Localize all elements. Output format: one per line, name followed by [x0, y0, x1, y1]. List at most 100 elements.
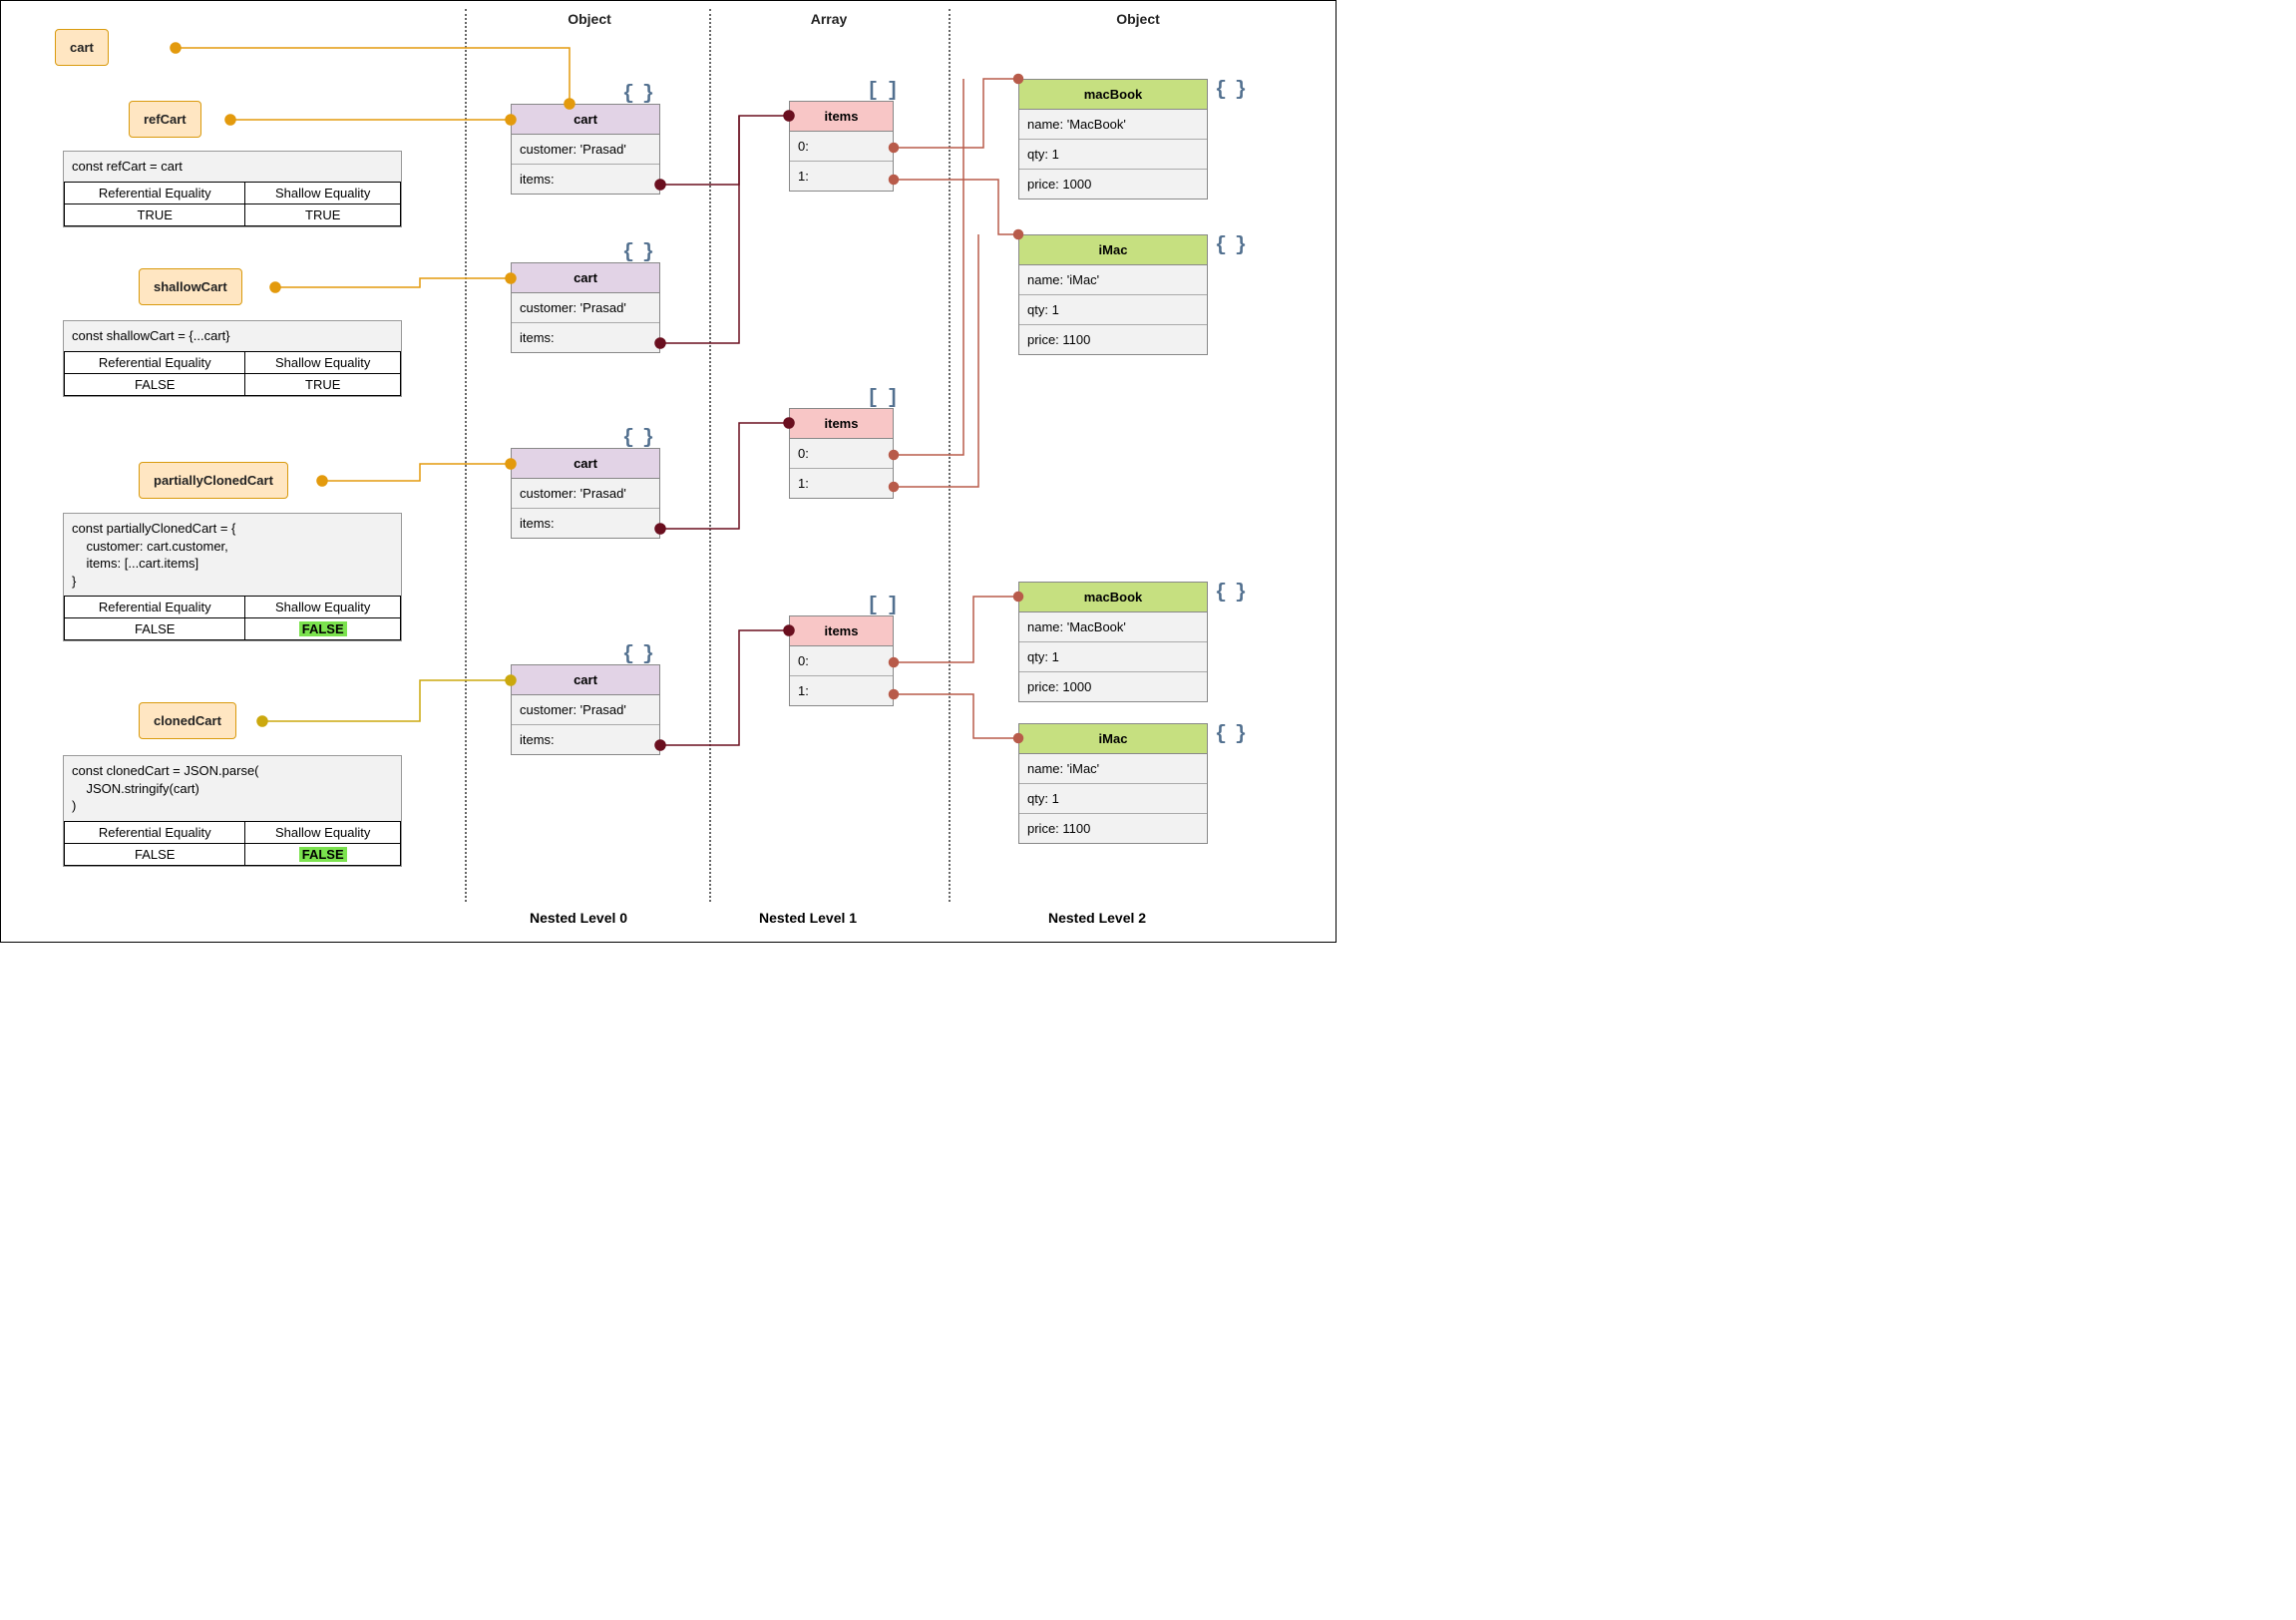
imac-price: price: 1100 [1019, 814, 1207, 843]
th-shal: Shallow Equality [245, 597, 401, 618]
code-shallowCart: const shallowCart = {...cart} [64, 321, 401, 351]
panel-clonedCart: const clonedCart = JSON.parse( JSON.stri… [63, 755, 402, 867]
table-refCart: Referential Equality Shallow Equality TR… [64, 182, 401, 226]
macbook-object-2: macBook name: 'MacBook' qty: 1 price: 10… [1018, 582, 1208, 702]
items-idx0: 0: [790, 132, 893, 162]
td-ref-val: FALSE [65, 373, 245, 395]
items-idx1: 1: [790, 162, 893, 191]
cart-title: cart [512, 449, 659, 479]
braces-icon: { } [622, 241, 652, 264]
table-clonedCart: Referential Equality Shallow Equality FA… [64, 821, 401, 866]
macbook-qty: qty: 1 [1019, 140, 1207, 170]
brackets-icon: [ ] [867, 595, 897, 617]
braces-icon: { } [1215, 234, 1245, 257]
brackets-icon: [ ] [867, 387, 897, 410]
imac-title: iMac [1019, 724, 1207, 754]
cart-title: cart [512, 263, 659, 293]
cart-items: items: [512, 509, 659, 538]
items-title: items [790, 409, 893, 439]
separator-1 [465, 9, 467, 902]
th-shal: Shallow Equality [245, 351, 401, 373]
td-ref-val: FALSE [65, 618, 245, 640]
imac-object-1: iMac name: 'iMac' qty: 1 price: 1100 [1018, 234, 1208, 355]
imac-price: price: 1100 [1019, 325, 1207, 354]
source-clonedCart: clonedCart [139, 702, 236, 739]
imac-name: name: 'iMac' [1019, 265, 1207, 295]
cart-items: items: [512, 725, 659, 754]
panel-partiallyClonedCart: const partiallyClonedCart = { customer: … [63, 513, 402, 641]
imac-name: name: 'iMac' [1019, 754, 1207, 784]
imac-object-2: iMac name: 'iMac' qty: 1 price: 1100 [1018, 723, 1208, 844]
brackets-icon: [ ] [867, 80, 897, 103]
items-array-1: items 0: 1: [789, 101, 894, 192]
source-refCart: refCart [129, 101, 201, 138]
source-partiallyClonedCart: partiallyClonedCart [139, 462, 288, 499]
macbook-price: price: 1000 [1019, 170, 1207, 199]
col-header-object2: Object [1078, 11, 1198, 27]
th-shal: Shallow Equality [245, 182, 401, 203]
panel-shallowCart: const shallowCart = {...cart} Referentia… [63, 320, 402, 397]
macbook-qty: qty: 1 [1019, 642, 1207, 672]
cart-title: cart [512, 105, 659, 135]
table-shallowCart: Referential Equality Shallow Equality FA… [64, 351, 401, 396]
th-ref: Referential Equality [65, 182, 245, 203]
bottom-label-l2: Nested Level 2 [1048, 910, 1146, 926]
code-refCart: const refCart = cart [64, 152, 401, 182]
braces-icon: { } [622, 427, 652, 450]
macbook-name: name: 'MacBook' [1019, 612, 1207, 642]
items-idx0: 0: [790, 646, 893, 676]
imac-title: iMac [1019, 235, 1207, 265]
imac-qty: qty: 1 [1019, 784, 1207, 814]
bottom-label-l1: Nested Level 1 [759, 910, 857, 926]
td-shal-val: FALSE [245, 618, 401, 640]
td-shal-val: TRUE [245, 203, 401, 225]
source-cart: cart [55, 29, 109, 66]
items-title: items [790, 102, 893, 132]
items-idx1: 1: [790, 469, 893, 498]
macbook-price: price: 1000 [1019, 672, 1207, 701]
td-ref-val: FALSE [65, 843, 245, 865]
cart-object-3: cart customer: 'Prasad' items: [511, 448, 660, 539]
bottom-label-l0: Nested Level 0 [530, 910, 627, 926]
cart-title: cart [512, 665, 659, 695]
cart-customer: customer: 'Prasad' [512, 293, 659, 323]
code-clonedCart: const clonedCart = JSON.parse( JSON.stri… [64, 756, 401, 821]
table-partiallyClonedCart: Referential Equality Shallow Equality FA… [64, 596, 401, 640]
cart-items: items: [512, 165, 659, 194]
items-title: items [790, 616, 893, 646]
cart-object-2: cart customer: 'Prasad' items: [511, 262, 660, 353]
th-ref: Referential Equality [65, 597, 245, 618]
cart-object-4: cart customer: 'Prasad' items: [511, 664, 660, 755]
macbook-name: name: 'MacBook' [1019, 110, 1207, 140]
diagram-canvas: Object Array Object cart refCart shallow… [0, 0, 1337, 943]
th-ref: Referential Equality [65, 821, 245, 843]
cart-object-1: cart customer: 'Prasad' items: [511, 104, 660, 195]
col-header-array: Array [769, 11, 889, 27]
braces-icon: { } [622, 83, 652, 106]
braces-icon: { } [1215, 79, 1245, 102]
cart-customer: customer: 'Prasad' [512, 695, 659, 725]
braces-icon: { } [1215, 582, 1245, 605]
macbook-title: macBook [1019, 583, 1207, 612]
source-shallowCart: shallowCart [139, 268, 242, 305]
td-ref-val: TRUE [65, 203, 245, 225]
items-idx0: 0: [790, 439, 893, 469]
cart-customer: customer: 'Prasad' [512, 135, 659, 165]
cart-items: items: [512, 323, 659, 352]
separator-2 [709, 9, 711, 902]
macbook-title: macBook [1019, 80, 1207, 110]
items-array-3: items 0: 1: [789, 615, 894, 706]
cart-customer: customer: 'Prasad' [512, 479, 659, 509]
code-partiallyClonedCart: const partiallyClonedCart = { customer: … [64, 514, 401, 596]
th-ref: Referential Equality [65, 351, 245, 373]
td-shal-val: TRUE [245, 373, 401, 395]
td-shal-val: FALSE [245, 843, 401, 865]
imac-qty: qty: 1 [1019, 295, 1207, 325]
items-idx1: 1: [790, 676, 893, 705]
panel-refCart: const refCart = cart Referential Equalit… [63, 151, 402, 227]
th-shal: Shallow Equality [245, 821, 401, 843]
col-header-object1: Object [530, 11, 649, 27]
braces-icon: { } [622, 643, 652, 666]
braces-icon: { } [1215, 723, 1245, 746]
macbook-object-1: macBook name: 'MacBook' qty: 1 price: 10… [1018, 79, 1208, 200]
